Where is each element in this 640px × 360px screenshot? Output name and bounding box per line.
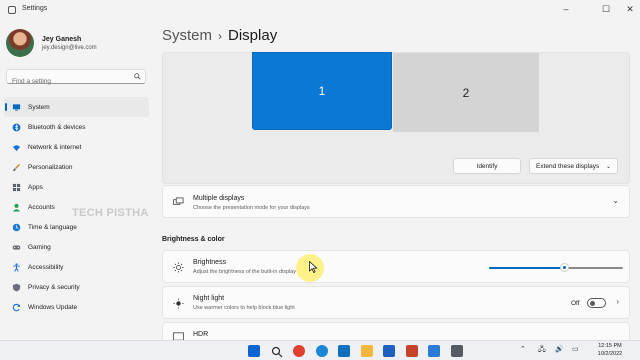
multiple-displays-icon: [173, 197, 184, 205]
breadcrumb-parent[interactable]: System: [162, 27, 212, 44]
sidebar-item-label: Personalization: [28, 163, 73, 171]
hdr-title: HDR: [193, 331, 209, 338]
multiple-displays-subtitle: Choose the presentation mode for your di…: [193, 205, 310, 211]
slider-fill: [489, 267, 565, 269]
identify-button[interactable]: Identify: [453, 158, 521, 174]
extend-displays-dropdown[interactable]: Extend these displays ⌄: [529, 158, 618, 174]
sidebar-item-windows-update[interactable]: Windows Update: [4, 298, 149, 318]
brightness-subtitle: Adjust the brightness of the built-in di…: [193, 269, 297, 275]
night-light-card[interactable]: Night light Use warmer colors to help bl…: [162, 286, 630, 319]
sidebar-item-network[interactable]: Network & internet: [4, 137, 149, 157]
chrome-icon[interactable]: [293, 345, 305, 357]
sidebar: Jey Ganesh jey.design@live.com System Bl…: [0, 20, 155, 340]
monitor-icon: [12, 103, 21, 111]
brightness-card: Brightness Adjust the brightness of the …: [162, 250, 630, 283]
globe-clock-icon: [12, 223, 21, 232]
bluetooth-icon: [12, 123, 21, 132]
night-light-title: Night light: [193, 295, 225, 302]
edge-icon[interactable]: [315, 345, 328, 357]
night-light-toggle[interactable]: [587, 298, 606, 308]
user-name: Jey Ganesh: [42, 36, 82, 43]
shield-icon: [12, 284, 21, 292]
extend-displays-label: Extend these displays: [536, 162, 600, 170]
photos-icon[interactable]: [428, 345, 440, 357]
wifi-icon: [12, 144, 21, 151]
sidebar-item-label: Gaming: [28, 244, 51, 252]
watermark: TECH PISTHA: [72, 207, 149, 219]
outlook-icon[interactable]: [338, 345, 350, 357]
search-icon[interactable]: [134, 73, 141, 80]
sidebar-item-label: Windows Update: [28, 304, 78, 312]
breadcrumb: System › Display: [162, 27, 277, 44]
sidebar-item-gaming[interactable]: Gaming: [4, 238, 149, 258]
sidebar-item-time-language[interactable]: Time & language: [4, 218, 149, 238]
start-icon[interactable]: [248, 345, 260, 357]
powerpoint-icon[interactable]: [405, 345, 418, 357]
minimize-button[interactable]: –: [556, 2, 576, 16]
sidebar-item-bluetooth[interactable]: Bluetooth & devices: [4, 117, 149, 137]
update-icon: [12, 304, 21, 312]
monitor-arrangement-panel: 1 2 Identify Extend these displays ⌄: [162, 52, 630, 184]
multiple-displays-title: Multiple displays: [193, 195, 245, 202]
night-light-state: Off: [571, 300, 580, 307]
page-title: Display: [228, 27, 278, 44]
sidebar-item-accessibility[interactable]: Accessibility: [4, 258, 149, 278]
chevron-down-icon: ⌄: [605, 164, 611, 170]
search-input[interactable]: [7, 75, 127, 88]
monitor-2-tile[interactable]: 2: [393, 53, 539, 132]
sidebar-item-label: Accessibility: [28, 264, 64, 272]
hdr-card[interactable]: HDR: [162, 322, 630, 340]
apps-icon: [12, 183, 21, 192]
sun-icon: [173, 262, 184, 273]
taskbar-clock[interactable]: 12:15 PM 10/2/2022: [590, 343, 630, 358]
breadcrumb-separator-icon: ›: [218, 29, 223, 43]
sidebar-item-label: Time & language: [28, 224, 77, 232]
monitor-1-tile[interactable]: 1: [253, 53, 391, 129]
search-icon[interactable]: [271, 345, 283, 358]
gamepad-icon: [12, 245, 21, 250]
brush-icon: [12, 163, 21, 171]
file-explorer-icon[interactable]: [360, 345, 373, 357]
brightness-slider[interactable]: [489, 263, 623, 272]
sidebar-item-personalization[interactable]: Personalization: [4, 157, 149, 177]
clock-date: 10/2/2022: [597, 350, 623, 357]
word-icon[interactable]: [383, 345, 395, 357]
mouse-cursor-icon: [309, 261, 318, 273]
brightness-color-heading: Brightness & color: [162, 236, 225, 243]
multiple-displays-card[interactable]: Multiple displays Choose the presentatio…: [162, 185, 630, 218]
network-icon[interactable]: 🖧: [538, 345, 546, 356]
sidebar-item-label: Privacy & security: [28, 284, 80, 292]
night-light-subtitle: Use warmer colors to help block blue lig…: [193, 305, 295, 311]
person-icon: [12, 203, 21, 212]
close-button[interactable]: ✕: [620, 2, 640, 16]
settings-icon[interactable]: [450, 345, 463, 357]
clock-time: 12:15 PM: [598, 343, 622, 349]
avatar[interactable]: [6, 29, 34, 57]
tray-overflow-icon[interactable]: ⌃: [520, 345, 526, 353]
battery-icon[interactable]: ▭: [572, 345, 579, 353]
sidebar-item-apps[interactable]: Apps: [4, 177, 149, 197]
sidebar-item-label: System: [28, 103, 50, 111]
sidebar-item-label: Bluetooth & devices: [28, 123, 86, 131]
window-title: Settings: [22, 5, 48, 12]
settings-app-icon: [8, 6, 16, 14]
sidebar-item-system[interactable]: System: [4, 97, 149, 118]
brightness-title: Brightness: [193, 259, 227, 266]
hdr-icon: [173, 332, 184, 340]
chevron-down-icon: ⌄: [612, 196, 619, 205]
accessibility-icon: [13, 263, 20, 273]
sidebar-item-label: Network & internet: [28, 143, 82, 151]
user-email: jey.design@live.com: [42, 45, 97, 51]
search-box[interactable]: [6, 69, 146, 88]
chevron-right-icon: ›: [616, 297, 619, 306]
title-bar: Settings – ☐ ✕: [0, 0, 640, 20]
maximize-button[interactable]: ☐: [596, 2, 616, 16]
sidebar-item-label: Accounts: [28, 204, 55, 212]
volume-icon[interactable]: 🔊: [555, 345, 564, 353]
night-light-icon: [173, 298, 184, 309]
sidebar-item-privacy-security[interactable]: Privacy & security: [4, 278, 149, 298]
taskbar: ⌃ 🖧 🔊 ▭ 12:15 PM 10/2/2022: [0, 340, 640, 360]
sidebar-item-label: Apps: [28, 183, 43, 191]
slider-thumb[interactable]: [559, 263, 569, 272]
